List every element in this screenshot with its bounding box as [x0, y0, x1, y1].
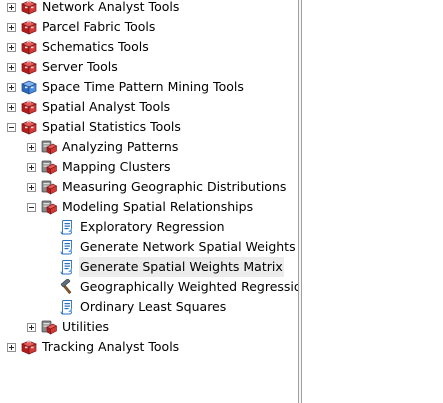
tree-item-label[interactable]: Utilities — [61, 317, 110, 337]
expand-toggle[interactable] — [7, 342, 16, 352]
tree-item[interactable]: Exploratory Regression — [59, 217, 226, 237]
tree-item-label[interactable]: Analyzing Patterns — [61, 137, 179, 157]
toolset-icon — [41, 319, 57, 335]
tree-item[interactable]: Spatial Statistics Tools — [7, 117, 182, 137]
tree-item-label[interactable]: Mapping Clusters — [61, 157, 172, 177]
tree-item[interactable]: Space Time Pattern Mining Tools — [7, 77, 245, 97]
expand-toggle[interactable] — [27, 322, 36, 332]
tree-item-label[interactable]: Measuring Geographic Distributions — [61, 177, 287, 197]
expand-toggle[interactable] — [7, 82, 16, 92]
tree-item[interactable]: Ordinary Least Squares — [59, 297, 227, 317]
tree-item-label[interactable]: Geographically Weighted Regression — [79, 277, 298, 297]
tree-item[interactable]: Utilities — [27, 317, 110, 337]
toolbox-icon — [21, 339, 37, 355]
tree-item-label[interactable]: Modeling Spatial Relationships — [61, 197, 254, 217]
tree-item-label[interactable]: Spatial Analyst Tools — [41, 97, 171, 117]
tree-item-label[interactable]: Generate Spatial Weights Matrix — [79, 257, 284, 277]
script-tool-icon — [59, 239, 75, 255]
tree-item[interactable]: Generate Spatial Weights Matrix — [59, 257, 284, 277]
tree-item[interactable]: Generate Network Spatial Weights — [59, 237, 297, 257]
tree-item-label[interactable]: Spatial Statistics Tools — [41, 117, 182, 137]
tree-item[interactable]: Server Tools — [7, 57, 119, 77]
expand-toggle[interactable] — [27, 162, 36, 172]
tree-item-label[interactable]: Network Analyst Tools — [41, 0, 180, 17]
toolbox-icon — [21, 99, 37, 115]
tree-item[interactable]: Mapping Clusters — [27, 157, 172, 177]
script-tool-icon — [59, 219, 75, 235]
expand-toggle[interactable] — [27, 182, 36, 192]
tree-item-label[interactable]: Exploratory Regression — [79, 217, 226, 237]
tree-item[interactable]: Network Analyst Tools — [7, 0, 180, 17]
toolbox-tree[interactable]: Network Analyst Tools Parcel Fabric Tools… — [0, 0, 298, 403]
tree-item[interactable]: Schematics Tools — [7, 37, 150, 57]
toolbox-blue-icon — [21, 79, 37, 95]
tree-item[interactable]: Tracking Analyst Tools — [7, 337, 180, 357]
toolbox-icon — [21, 0, 37, 15]
tree-item-label[interactable]: Schematics Tools — [41, 37, 150, 57]
script-tool-icon — [59, 259, 75, 275]
tree-item[interactable]: Geographically Weighted Regression — [59, 277, 298, 297]
right-pane — [302, 0, 443, 403]
expand-toggle[interactable] — [27, 142, 36, 152]
expand-toggle[interactable] — [7, 102, 16, 112]
tree-item-label[interactable]: Space Time Pattern Mining Tools — [41, 77, 245, 97]
tree-item[interactable]: Measuring Geographic Distributions — [27, 177, 287, 197]
toolset-icon — [41, 139, 57, 155]
tree-item[interactable]: Analyzing Patterns — [27, 137, 179, 157]
tree-item-label[interactable]: Ordinary Least Squares — [79, 297, 227, 317]
tree-item[interactable]: Spatial Analyst Tools — [7, 97, 171, 117]
tree-item-label[interactable]: Parcel Fabric Tools — [41, 17, 156, 37]
toolset-icon — [41, 199, 57, 215]
toolbox-icon — [21, 39, 37, 55]
tree-item-label[interactable]: Generate Network Spatial Weights — [79, 237, 297, 257]
tree-item[interactable]: Parcel Fabric Tools — [7, 17, 156, 37]
expand-toggle[interactable] — [7, 62, 16, 72]
expand-toggle[interactable] — [7, 42, 16, 52]
script-tool-icon — [59, 299, 75, 315]
tree-item-label[interactable]: Server Tools — [41, 57, 119, 77]
expand-toggle[interactable] — [7, 22, 16, 32]
tree-item-label[interactable]: Tracking Analyst Tools — [41, 337, 180, 357]
toolset-icon — [41, 159, 57, 175]
collapse-toggle[interactable] — [7, 122, 16, 132]
toolbox-icon — [21, 119, 37, 135]
toolset-icon — [41, 179, 57, 195]
hammer-tool-icon — [59, 279, 75, 295]
expand-toggle[interactable] — [7, 2, 16, 12]
toolbox-icon — [21, 19, 37, 35]
collapse-toggle[interactable] — [27, 202, 36, 212]
tree-item[interactable]: Modeling Spatial Relationships — [27, 197, 254, 217]
toolbox-icon — [21, 59, 37, 75]
